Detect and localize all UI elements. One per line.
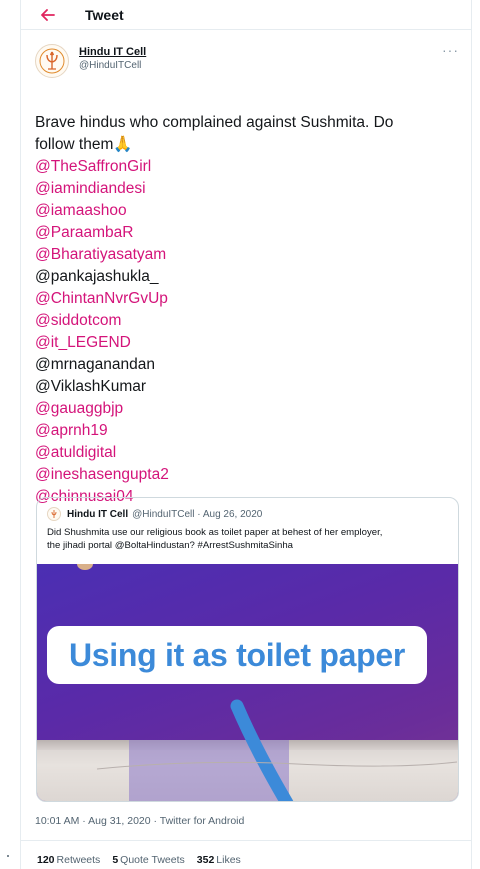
trident-logo-icon bbox=[51, 510, 57, 518]
quoted-tweet[interactable]: Hindu IT Cell @HinduITCell · Aug 26, 202… bbox=[36, 497, 459, 802]
author-name[interactable]: Hindu IT Cell bbox=[79, 46, 146, 58]
more-options-icon[interactable]: ··· bbox=[442, 42, 459, 58]
tweet-intro-text: follow them bbox=[35, 136, 114, 153]
mention-link[interactable]: @ineshasengupta2 bbox=[35, 464, 455, 486]
mention-link[interactable]: @iamindiandesi bbox=[35, 178, 455, 200]
likes-count: 352 bbox=[196, 854, 215, 866]
tweet-text: Brave hindus who complained against Sush… bbox=[21, 112, 471, 508]
quote-tweets-stat[interactable]: 5 Quote Tweets bbox=[112, 854, 184, 866]
retweets-count: 120 bbox=[37, 854, 55, 866]
quoted-text-line: the jihadi portal @BoltaHindustan? #Arre… bbox=[47, 540, 293, 551]
quoted-avatar bbox=[47, 507, 61, 521]
author-handle[interactable]: @HinduITCell bbox=[79, 60, 146, 71]
mention-link[interactable]: @pankajashukla_ bbox=[35, 266, 455, 288]
back-arrow-icon[interactable] bbox=[37, 4, 59, 26]
folded-hands-emoji-icon: 🙏 bbox=[113, 136, 133, 153]
retweets-stat[interactable]: 120 Retweets bbox=[37, 854, 100, 866]
mention-link[interactable]: @ChintanNvrGvUp bbox=[35, 288, 455, 310]
tweet-author: Hindu IT Cell @HinduITCell ··· bbox=[21, 30, 471, 112]
trident-logo-icon bbox=[39, 48, 65, 74]
tweet-stats: 120 Retweets 5 Quote Tweets 352 Likes bbox=[37, 854, 253, 866]
retweets-label: Retweets bbox=[56, 854, 101, 866]
quotes-label: Quote Tweets bbox=[120, 854, 185, 866]
quotes-count: 5 bbox=[112, 854, 119, 866]
mention-link[interactable]: @atuldigital bbox=[35, 442, 455, 464]
mention-link[interactable]: @ViklashKumar bbox=[35, 376, 455, 398]
quoted-author-meta: @HinduITCell · Aug 26, 2020 bbox=[132, 508, 263, 520]
tweet-column: Tweet Hindu IT Cell @HinduITCell ··· Bra… bbox=[20, 0, 472, 869]
tweet-intro-line: Brave hindus who complained against Sush… bbox=[35, 114, 394, 131]
mention-list: @TheSaffronGirl @iamindiandesi @iamaashoo @… bbox=[35, 156, 455, 508]
tweet-intro-line: follow them🙏 bbox=[35, 134, 455, 156]
likes-stat[interactable]: 352 Likes bbox=[197, 854, 241, 866]
divider bbox=[21, 840, 471, 841]
mention-link[interactable]: @TheSaffronGirl bbox=[35, 156, 455, 178]
tweet-timestamp[interactable]: 10:01 AM · Aug 31, 2020 · Twitter for An… bbox=[35, 815, 244, 827]
mention-link[interactable]: @mrnaganandan bbox=[35, 354, 455, 376]
mention-link[interactable]: @aprnh19 bbox=[35, 420, 455, 442]
avatar[interactable] bbox=[35, 44, 69, 78]
quoted-media-image[interactable]: Using it as toilet paper bbox=[37, 564, 458, 801]
quoted-author-name: Hindu IT Cell bbox=[67, 508, 129, 520]
mention-link[interactable]: @Bharatiyasatyam bbox=[35, 244, 455, 266]
quoted-text-line: Did Shushmita use our religious book as … bbox=[47, 527, 383, 538]
media-arrow-stroke bbox=[96, 699, 458, 801]
mention-link[interactable]: @iamaashoo bbox=[35, 200, 455, 222]
mention-link[interactable]: @siddotcom bbox=[35, 310, 455, 332]
mention-link[interactable]: @it_LEGEND bbox=[35, 332, 455, 354]
mention-link[interactable]: @ParaambaR bbox=[35, 222, 455, 244]
page-title: Tweet bbox=[85, 6, 124, 23]
top-bar: Tweet bbox=[21, 0, 471, 30]
quoted-text: Did Shushmita use our religious book as … bbox=[37, 522, 458, 552]
likes-label: Likes bbox=[216, 854, 241, 866]
edge-dot bbox=[7, 855, 9, 857]
mention-link[interactable]: @gauaggbjp bbox=[35, 398, 455, 420]
